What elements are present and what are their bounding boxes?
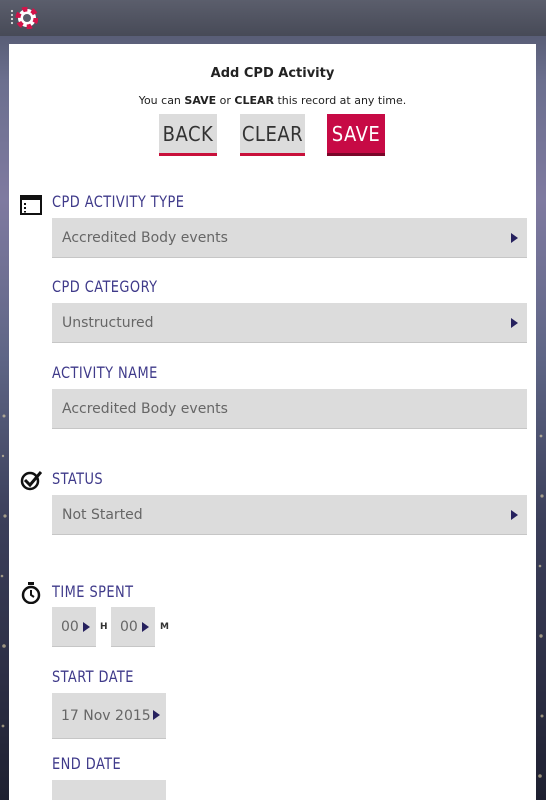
activity-type-select[interactable]: Accredited Body events <box>52 218 527 258</box>
hours-unit: H <box>100 622 108 632</box>
check-icon <box>20 471 42 491</box>
end-date-label: END DATE <box>52 754 122 773</box>
back-button[interactable]: BACK <box>159 114 217 156</box>
calendar-icon <box>20 195 42 215</box>
activity-type-value: Accredited Body events <box>62 229 228 246</box>
time-spent-label: TIME SPENT <box>52 582 134 601</box>
page-title: Add CPD Activity <box>210 66 335 81</box>
stopwatch-icon <box>21 582 41 604</box>
start-date-value: 17 Nov 2015 <box>61 707 151 724</box>
category-label: CPD CATEGORY <box>52 277 158 296</box>
dropdown-arrow-icon <box>153 710 160 720</box>
start-date-picker[interactable]: 17 Nov 2015 <box>52 693 166 739</box>
minutes-select[interactable]: 00 <box>111 607 155 647</box>
status-label: STATUS <box>52 469 104 488</box>
add-cpd-form: Add CPD Activity You can SAVE or CLEAR t… <box>9 44 536 800</box>
hours-select[interactable]: 00 <box>52 607 96 647</box>
end-date-picker[interactable] <box>52 780 166 800</box>
dropdown-arrow-icon <box>511 510 518 520</box>
category-value: Unstructured <box>62 314 154 331</box>
category-select[interactable]: Unstructured <box>52 303 527 343</box>
lifebuoy-logo-icon[interactable] <box>10 7 38 29</box>
minutes-unit: M <box>160 622 169 632</box>
save-button[interactable]: SAVE <box>327 114 385 156</box>
dropdown-arrow-icon <box>511 233 518 243</box>
dropdown-arrow-icon <box>142 622 149 632</box>
start-date-label: START DATE <box>52 667 134 686</box>
status-value: Not Started <box>62 506 143 523</box>
status-select[interactable]: Not Started <box>52 495 527 535</box>
hours-value: 00 <box>61 618 79 635</box>
activity-name-label: ACTIVITY NAME <box>52 363 158 382</box>
activity-type-label: CPD ACTIVITY TYPE <box>52 192 185 211</box>
activity-name-value: Accredited Body events <box>62 400 228 417</box>
dropdown-arrow-icon <box>83 622 90 632</box>
minutes-value: 00 <box>120 618 138 635</box>
dropdown-arrow-icon <box>511 318 518 328</box>
top-bar <box>0 0 546 36</box>
activity-name-input[interactable]: Accredited Body events <box>52 389 527 429</box>
form-instructions: You can SAVE or CLEAR this record at any… <box>138 94 407 107</box>
clear-button[interactable]: CLEAR <box>240 114 305 156</box>
